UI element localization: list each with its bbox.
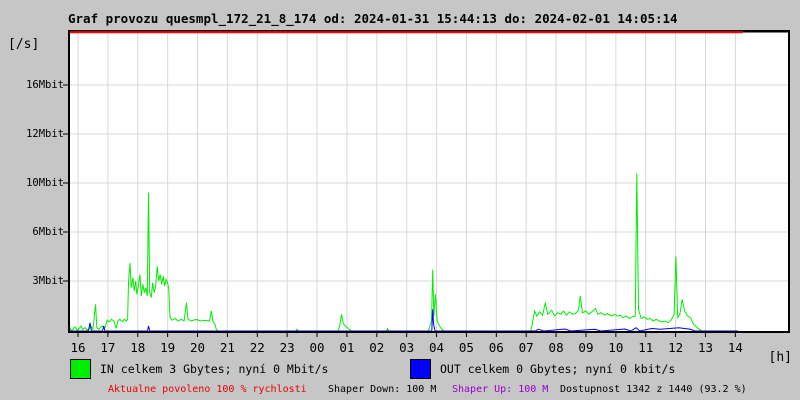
x-axis-label: 06 [488,340,504,355]
y-axis-label: 6Mbit [32,226,64,238]
x-axis-label: 12 [668,340,684,355]
x-axis-label: 03 [399,340,415,355]
x-axis-label: 10 [608,340,624,355]
x-axis-label: 01 [339,340,355,355]
plot-area [68,30,790,333]
x-axis-label: 08 [548,340,564,355]
border-top [68,30,790,32]
border-top-right [742,30,790,33]
legend-out-label: OUT celkem 0 Gbytes; nyní 0 kbit/s [440,362,676,376]
y-axis-label: 16Mbit [26,79,64,91]
border-right [788,30,790,333]
x-axis-label: 13 [697,340,713,355]
y-axis-label: 12Mbit [26,128,64,140]
chart-title: Graf provozu quesmpl_172_21_8_174 od: 20… [68,11,678,26]
border-left [68,30,70,333]
x-axis-label: 18 [130,340,146,355]
x-axis-label: 16 [70,340,86,355]
legend-out-color-swatch [410,359,431,379]
x-axis-label: 19 [160,340,176,355]
status-shaper-up: Shaper Up: 100 M [452,384,549,395]
legend-in-label: IN celkem 3 Gbytes; nyní 0 Mbit/s [100,362,329,376]
x-axis-label: 02 [369,340,385,355]
x-axis-label: 00 [309,340,325,355]
x-axis-unit-label: [h] [768,350,792,365]
x-axis-label: 07 [518,340,534,355]
status-shaper-down: Shaper Down: 100 M [328,384,437,395]
status-allowed-speed: Aktualne povoleno 100 % rychlosti [108,384,307,395]
x-axis-label: 04 [429,340,445,355]
x-axis-label: 23 [279,340,295,355]
x-axis-label: 20 [189,340,206,355]
x-axis-label: 09 [578,340,594,355]
traffic-chart [63,30,790,337]
x-axis-label: 22 [249,340,265,355]
y-axis-label: 10Mbit [26,177,64,189]
x-axis-label: 21 [219,340,235,355]
status-availability: Dostupnost 1342 z 1440 (93.2 %) [560,384,747,395]
x-axis-label: 14 [727,340,743,355]
x-axis-label: 17 [100,340,116,355]
y-axis-unit-label: [/s] [8,37,40,52]
y-axis-label: 3Mbit [32,275,64,287]
legend-in-color-swatch [70,359,91,379]
x-axis-label: 05 [458,340,474,355]
x-axis-label: 11 [638,340,654,355]
border-bottom [68,331,790,333]
